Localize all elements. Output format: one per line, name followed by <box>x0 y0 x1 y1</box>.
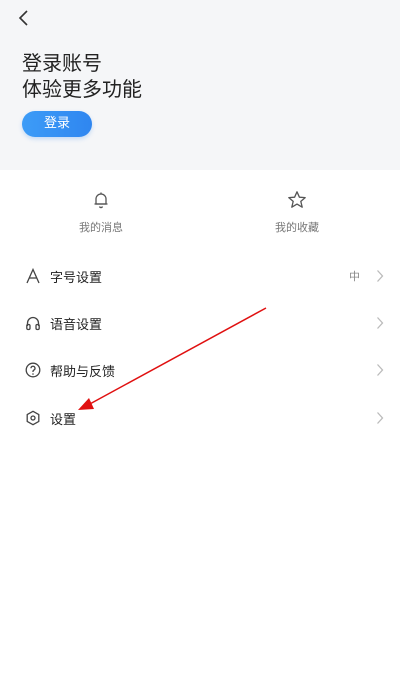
font-icon <box>26 268 40 284</box>
login-subtitle: 体验更多功能 <box>22 77 142 101</box>
menu-item-font-size[interactable]: 字号设置 中 <box>0 256 400 296</box>
my-messages-button[interactable]: 我的消息 <box>51 190 151 240</box>
chevron-right-icon <box>377 412 384 424</box>
my-messages-label: 我的消息 <box>79 221 123 234</box>
headphones-icon <box>26 316 40 331</box>
login-button[interactable]: 登录 <box>22 111 92 137</box>
star-icon <box>288 191 306 208</box>
menu-item-label: 字号设置 <box>50 271 103 286</box>
chevron-right-icon <box>377 364 384 376</box>
chevron-left-icon[interactable] <box>12 6 36 30</box>
bell-icon <box>94 192 108 209</box>
settings-icon <box>26 410 40 426</box>
login-title: 登录账号 <box>22 51 102 75</box>
chevron-right-icon <box>377 270 384 282</box>
chevron-right-icon <box>377 317 384 329</box>
login-header: 登录账号 体验更多功能 登录 <box>0 0 400 170</box>
menu-item-settings[interactable]: 设置 <box>0 398 400 438</box>
menu-item-label: 语音设置 <box>50 318 103 333</box>
menu-item-label: 设置 <box>50 413 77 428</box>
my-favorites-button[interactable]: 我的收藏 <box>247 190 347 240</box>
help-icon <box>25 362 41 378</box>
my-favorites-label: 我的收藏 <box>275 221 319 234</box>
font-size-value: 中 <box>349 270 360 283</box>
menu-item-help-feedback[interactable]: 帮助与反馈 <box>0 350 400 390</box>
menu-item-label: 帮助与反馈 <box>50 365 116 380</box>
menu-item-voice-settings[interactable]: 语音设置 <box>0 303 400 343</box>
